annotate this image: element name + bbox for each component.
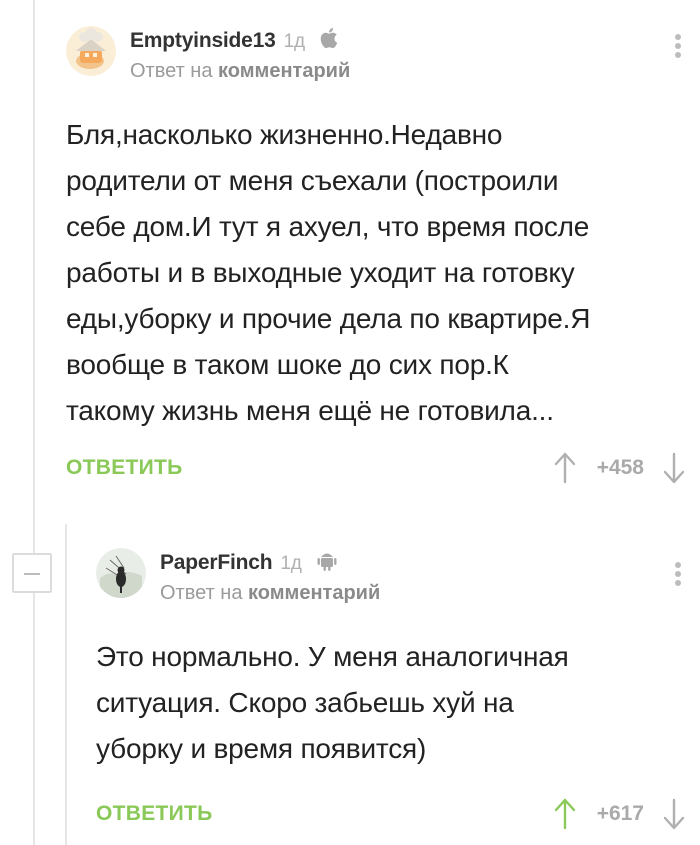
comment: PaperFinch 1д Ответ на комментарий Это н… bbox=[96, 548, 686, 834]
reply-button[interactable]: ОТВЕТИТЬ bbox=[96, 802, 213, 826]
reply-target-link[interactable]: комментарий bbox=[248, 582, 380, 604]
reply-button[interactable]: ОТВЕТИТЬ bbox=[66, 456, 183, 480]
avatar[interactable] bbox=[66, 26, 116, 76]
reply-prefix: Ответ на bbox=[160, 582, 243, 604]
comment-time: 1д bbox=[283, 31, 305, 52]
reply-target-link[interactable]: комментарий bbox=[218, 60, 350, 82]
reply-to: Ответ на комментарий bbox=[130, 60, 350, 83]
reply-prefix: Ответ на bbox=[130, 60, 213, 82]
comment-footer: ОТВЕТИТЬ +458 bbox=[66, 448, 686, 488]
more-options-icon[interactable] bbox=[674, 34, 682, 60]
comment-footer: ОТВЕТИТЬ +617 bbox=[96, 794, 686, 834]
reply-to: Ответ на комментарий bbox=[160, 582, 380, 605]
avatar[interactable] bbox=[96, 548, 146, 598]
downvote-arrow-icon[interactable] bbox=[662, 451, 686, 485]
comment: Emptyinside13 1д Ответ на комментарий Бля… bbox=[66, 20, 686, 488]
more-options-icon[interactable] bbox=[674, 562, 682, 588]
apple-icon bbox=[319, 26, 341, 56]
sub-thread-line[interactable] bbox=[65, 524, 67, 845]
thread-line[interactable] bbox=[33, 0, 35, 845]
author-name[interactable]: Emptyinside13 bbox=[130, 29, 276, 52]
comment-text: Бля,насколько жизненно.Недавно родители … bbox=[66, 119, 591, 426]
author-name[interactable]: PaperFinch bbox=[160, 551, 273, 574]
author-line: Emptyinside13 1д bbox=[130, 26, 341, 56]
comment-header: PaperFinch 1д Ответ на комментарий bbox=[96, 548, 686, 612]
collapse-thread-button[interactable] bbox=[12, 553, 52, 593]
comment-header: Emptyinside13 1д Ответ на комментарий bbox=[66, 20, 686, 84]
comment-thread: Emptyinside13 1д Ответ на комментарий Бля… bbox=[0, 0, 700, 845]
vote-controls: +458 bbox=[553, 448, 686, 488]
upvote-arrow-icon[interactable] bbox=[553, 451, 577, 485]
rating-score: +617 bbox=[596, 802, 644, 825]
vote-controls: +617 bbox=[553, 794, 686, 834]
android-icon bbox=[316, 548, 338, 578]
upvote-arrow-icon[interactable] bbox=[553, 797, 577, 831]
downvote-arrow-icon[interactable] bbox=[662, 797, 686, 831]
rating-score: +458 bbox=[596, 456, 644, 479]
author-line: PaperFinch 1д bbox=[160, 548, 338, 578]
comment-time: 1д bbox=[280, 553, 302, 574]
comment-text: Это нормально. У меня аналогичная ситуац… bbox=[96, 641, 569, 764]
